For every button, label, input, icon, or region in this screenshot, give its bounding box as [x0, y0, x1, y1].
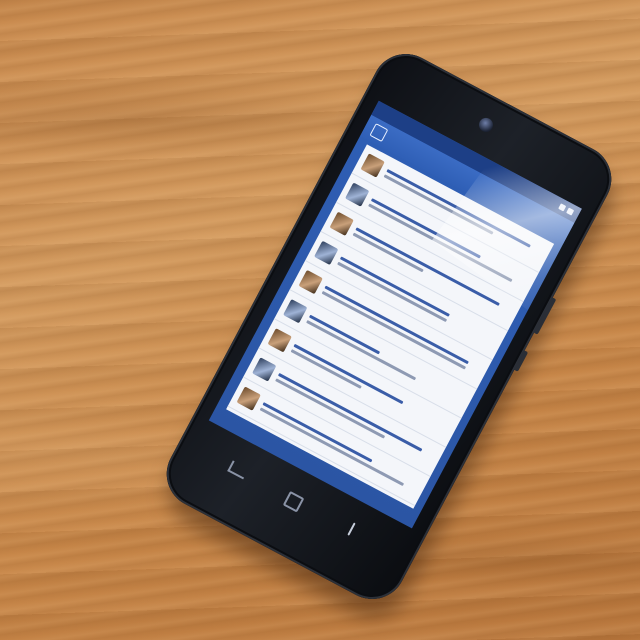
avatar	[298, 269, 323, 295]
menu-key-icon[interactable]	[347, 522, 356, 536]
avatar	[360, 153, 385, 178]
phone-body	[154, 42, 624, 611]
smartphone	[154, 42, 625, 630]
avatar	[267, 328, 292, 353]
home-key-icon[interactable]	[282, 490, 305, 513]
avatar	[329, 211, 354, 236]
back-key-icon[interactable]	[227, 460, 249, 480]
app-logo-icon[interactable]	[369, 123, 389, 143]
avatar	[252, 357, 277, 382]
avatar	[345, 182, 370, 207]
avatar	[314, 240, 339, 266]
signal-icon	[558, 203, 567, 212]
status-icons	[558, 203, 575, 216]
avatar	[236, 386, 261, 411]
battery-icon	[566, 207, 575, 216]
avatar	[283, 299, 308, 324]
front-camera-icon	[476, 115, 496, 135]
